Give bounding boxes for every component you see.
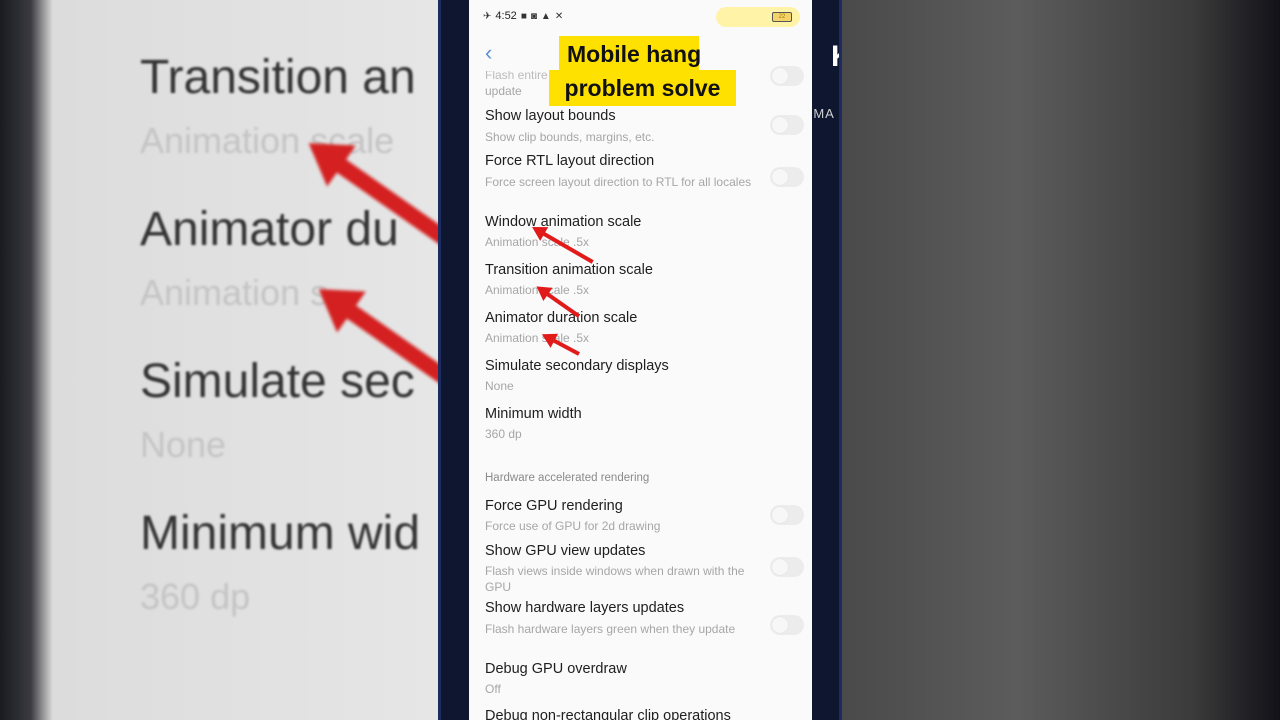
- status-time: 4:52: [495, 10, 517, 22]
- toggle-switch[interactable]: [770, 505, 804, 525]
- setting-subtitle: Force screen layout direction to RTL for…: [485, 175, 752, 189]
- instagram-icon: ◙: [530, 10, 537, 22]
- setting-subtitle: Show clip bounds, margins, etc.: [485, 130, 655, 144]
- toggle-switch[interactable]: [770, 557, 804, 577]
- setting-subtitle: None: [485, 379, 514, 393]
- toggle-switch[interactable]: [770, 66, 804, 86]
- background-right-panel: [842, 0, 1280, 720]
- setting-simulate-secondary-displays[interactable]: Simulate secondary displays: [485, 358, 669, 374]
- background-left-panel: Transition an Animation scale Animator d…: [0, 0, 440, 720]
- background-subtitle: Animation s: [140, 272, 329, 313]
- battery-icon: 22: [772, 12, 792, 22]
- setting-subtitle: Flash hardware layers green when they up…: [485, 622, 736, 636]
- setting-subtitle: 360 dp: [485, 427, 522, 441]
- background-title: Simulate sec: [140, 355, 415, 408]
- setting-subtitle: Animation scale .5x: [485, 331, 590, 345]
- setting-show-layout-bounds[interactable]: Show layout bounds: [485, 108, 616, 124]
- video-icon: ■: [520, 10, 527, 22]
- background-title: Animator du: [140, 203, 399, 256]
- chevron-left-icon[interactable]: ‹: [485, 42, 499, 64]
- toggle-switch[interactable]: [770, 115, 804, 135]
- setting-minimum-width[interactable]: Minimum width: [485, 406, 582, 422]
- toggle-switch[interactable]: [770, 615, 804, 635]
- caption-line-1: Mobile hang: [559, 36, 701, 72]
- background-subtitle: None: [140, 424, 227, 465]
- setting-transition-animation-scale[interactable]: Transition animation scale: [485, 262, 653, 278]
- status-bar: ✈ 4:52 ■ ◙ ▲ ✕ 22: [469, 0, 812, 34]
- tools-icon: ✕: [554, 10, 564, 22]
- status-left: ✈ 4:52 ■ ◙ ▲ ✕: [483, 10, 563, 22]
- background-title: Minimum wid: [140, 507, 421, 560]
- kinemaster-logo-letter: K: [831, 40, 839, 74]
- kinemaster-logo: K: [829, 40, 839, 100]
- setting-subtitle: Flash views inside windows when drawn wi…: [485, 564, 745, 594]
- alert-icon: ▲: [540, 10, 551, 22]
- setting-force-gpu-rendering[interactable]: Force GPU rendering: [485, 498, 623, 514]
- battery-highlight: 22: [716, 7, 800, 27]
- phone-screen: ✈ 4:52 ■ ◙ ▲ ✕ 22 ‹ Flash entire window …: [469, 0, 812, 720]
- toggle-switch[interactable]: [770, 167, 804, 187]
- setting-force-rtl[interactable]: Force RTL layout direction: [485, 153, 654, 169]
- setting-subtitle: Animation scale .5x: [485, 235, 590, 249]
- setting-debug-gpu-overdraw[interactable]: Debug GPU overdraw: [485, 661, 627, 677]
- caption-line-2: problem solve: [549, 70, 736, 106]
- background-subtitle: 360 dp: [140, 576, 251, 617]
- setting-animator-duration-scale[interactable]: Animator duration scale: [485, 310, 637, 326]
- background-subtitle: Animation scale: [140, 120, 395, 161]
- setting-debug-non-rect-clip[interactable]: Debug non-rectangular clip operations: [485, 708, 731, 720]
- phone-frame: K KINEMA ✈ 4:52 ■ ◙ ▲ ✕ 22 ‹ Flash entir…: [438, 0, 842, 720]
- setting-subtitle: Force use of GPU for 2d drawing: [485, 519, 661, 533]
- airplane-icon: ✈: [483, 10, 492, 22]
- setting-subtitle: Off: [485, 682, 501, 696]
- setting-show-gpu-view-updates[interactable]: Show GPU view updates: [485, 543, 645, 559]
- setting-window-animation-scale[interactable]: Window animation scale: [485, 214, 641, 230]
- setting-subtitle: Animation scale .5x: [485, 283, 590, 297]
- section-header-hw-rendering: Hardware accelerated rendering: [485, 472, 650, 484]
- setting-show-hardware-layers-updates[interactable]: Show hardware layers updates: [485, 600, 684, 616]
- background-title: Transition an: [140, 51, 416, 104]
